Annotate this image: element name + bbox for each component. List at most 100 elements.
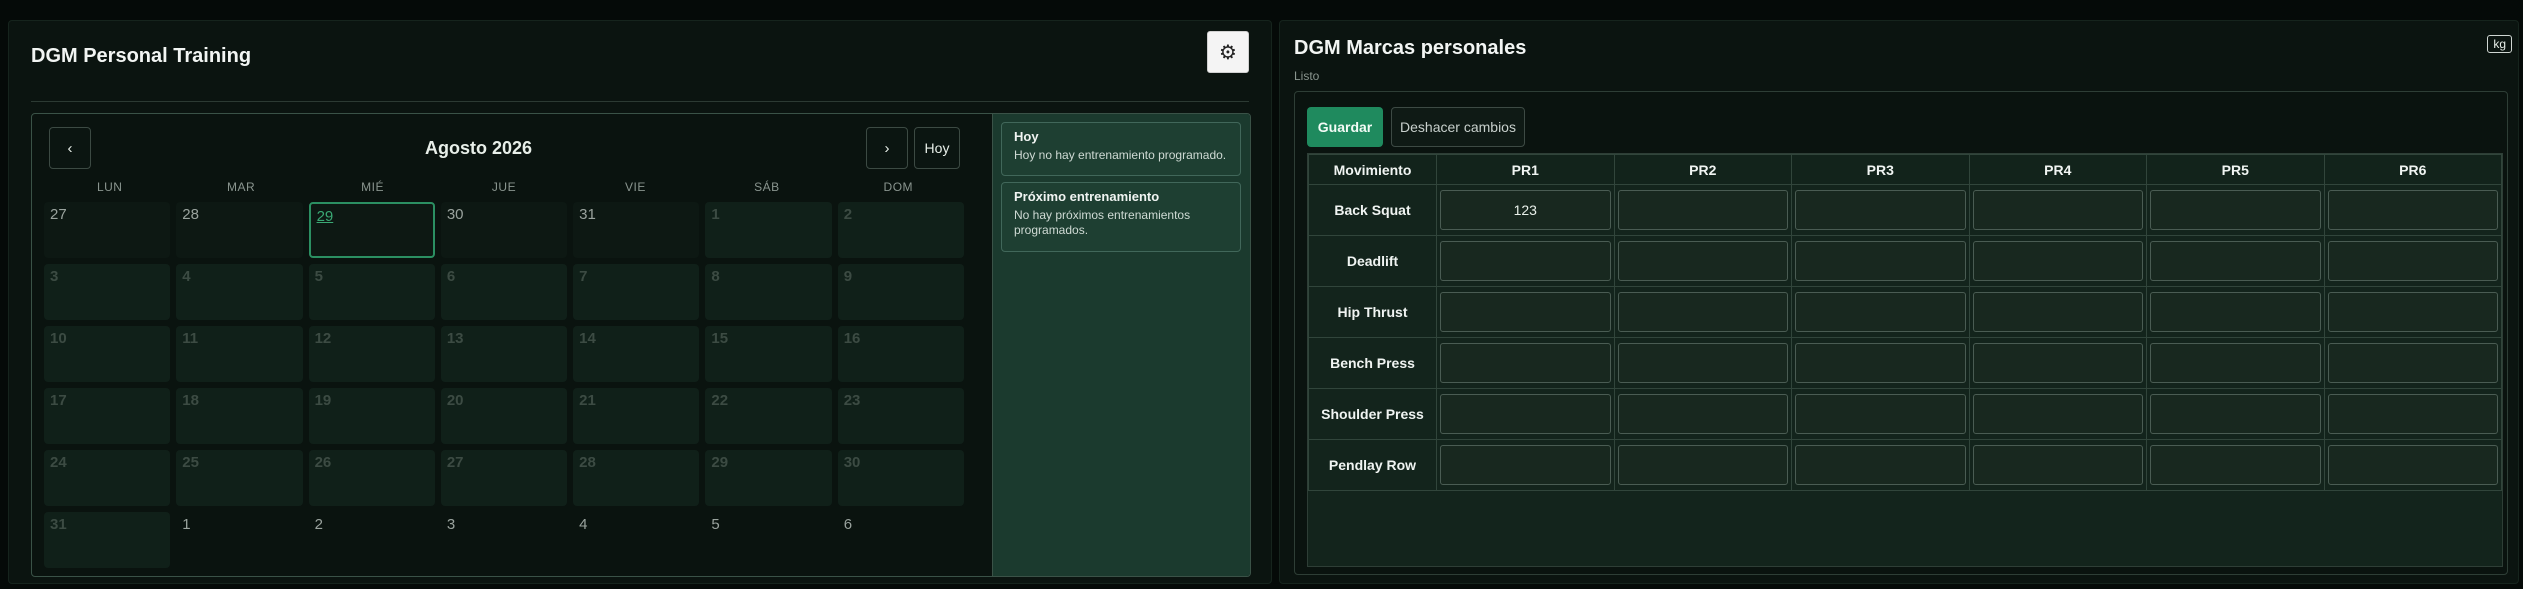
- pr-input[interactable]: [2150, 292, 2321, 332]
- pr-input[interactable]: [1795, 445, 1966, 485]
- calendar-day[interactable]: 4: [176, 264, 303, 320]
- unit-toggle[interactable]: kg: [2487, 35, 2512, 53]
- undo-changes-button[interactable]: Deshacer cambios: [1391, 107, 1525, 147]
- calendar-day[interactable]: 3: [44, 264, 171, 320]
- calendar-day[interactable]: 28: [176, 202, 303, 258]
- pr-input[interactable]: [1795, 190, 1966, 230]
- calendar-day[interactable]: 31: [44, 512, 171, 568]
- today-button[interactable]: Hoy: [914, 127, 960, 169]
- pr-input[interactable]: [1440, 292, 1611, 332]
- table-row: Back Squat: [1308, 184, 2502, 236]
- pr-cell: [1791, 286, 1970, 338]
- calendar-day[interactable]: 27: [440, 450, 568, 506]
- pr-input[interactable]: [1972, 445, 2143, 485]
- calendar-day[interactable]: 15: [705, 326, 832, 382]
- calendar-day[interactable]: 5: [308, 264, 435, 320]
- pr-input[interactable]: [2327, 343, 2498, 383]
- pr-input[interactable]: [1972, 292, 2143, 332]
- calendar-day[interactable]: 5: [705, 512, 831, 568]
- calendar-day[interactable]: 3: [441, 512, 567, 568]
- weekday-label: MAR: [227, 180, 256, 194]
- calendar-day[interactable]: 30: [837, 450, 964, 506]
- pr-input[interactable]: [2327, 190, 2498, 230]
- calendar-day[interactable]: 24: [44, 450, 171, 506]
- calendar-day[interactable]: 1: [705, 202, 832, 258]
- pr-input[interactable]: [1795, 343, 1966, 383]
- pr-cell: [1791, 184, 1970, 236]
- calendar-day[interactable]: 10: [44, 326, 171, 382]
- next-training-text: No hay próximos entrenamientos programad…: [1014, 208, 1191, 237]
- calendar-day[interactable]: 12: [308, 326, 435, 382]
- calendar-day[interactable]: 29: [705, 450, 832, 506]
- calendar-day[interactable]: 28: [573, 450, 700, 506]
- calendar-day-today[interactable]: 29: [308, 202, 435, 258]
- calendar-day[interactable]: 13: [440, 326, 568, 382]
- calendar-day[interactable]: 14: [573, 326, 700, 382]
- calendar-day[interactable]: 20: [440, 388, 568, 444]
- pr-input[interactable]: [1440, 394, 1611, 434]
- calendar-day[interactable]: 8: [705, 264, 832, 320]
- pr-input[interactable]: [2150, 190, 2321, 230]
- calendar-day[interactable]: 19: [308, 388, 435, 444]
- calendar-day[interactable]: 27: [44, 202, 171, 258]
- today-card: Hoy Hoy no hay entrenamiento programado.: [1001, 122, 1241, 176]
- calendar-day[interactable]: 4: [573, 512, 699, 568]
- pr-input[interactable]: [1617, 343, 1788, 383]
- pr-input[interactable]: [2327, 241, 2498, 281]
- pr-input[interactable]: [1617, 445, 1788, 485]
- pr-input[interactable]: [1795, 394, 1966, 434]
- movement-name: Hip Thrust: [1308, 286, 1437, 338]
- column-header: PR3: [1791, 154, 1970, 185]
- pr-input[interactable]: [1972, 190, 2143, 230]
- calendar-day[interactable]: 22: [705, 388, 832, 444]
- calendar-day[interactable]: 2: [837, 202, 964, 258]
- calendar-day[interactable]: 25: [176, 450, 303, 506]
- pr-input[interactable]: [1972, 394, 2143, 434]
- calendar-day[interactable]: 2: [309, 512, 435, 568]
- pr-input[interactable]: [1440, 241, 1611, 281]
- settings-button[interactable]: ⚙: [1207, 31, 1249, 73]
- calendar-day[interactable]: 30: [440, 202, 568, 258]
- pr-input[interactable]: [1617, 292, 1788, 332]
- calendar-day[interactable]: 17: [44, 388, 171, 444]
- calendar-day[interactable]: 7: [573, 264, 700, 320]
- pr-cell: [2323, 235, 2502, 287]
- calendar-day[interactable]: 21: [573, 388, 700, 444]
- pr-input[interactable]: [2327, 394, 2498, 434]
- pr-input[interactable]: [1440, 343, 1611, 383]
- app-title: DGM Personal Training: [31, 45, 252, 67]
- calendar-day[interactable]: 6: [440, 264, 568, 320]
- pr-input[interactable]: [1795, 292, 1966, 332]
- pr-input[interactable]: [2327, 445, 2498, 485]
- pr-cell: [1968, 286, 2147, 338]
- pr-input[interactable]: [1440, 445, 1611, 485]
- calendar-day[interactable]: 23: [837, 388, 964, 444]
- calendar-day[interactable]: 9: [837, 264, 964, 320]
- pr-input[interactable]: [1972, 241, 2143, 281]
- calendar-day[interactable]: 6: [838, 512, 964, 568]
- prev-month-button[interactable]: ‹: [49, 127, 91, 169]
- pr-input[interactable]: [2150, 394, 2321, 434]
- pr-input[interactable]: [2150, 241, 2321, 281]
- status-text: Listo: [1294, 69, 1320, 83]
- pr-input[interactable]: [1972, 343, 2143, 383]
- save-button[interactable]: Guardar: [1307, 107, 1383, 147]
- pr-input[interactable]: [1440, 190, 1611, 230]
- pr-input[interactable]: [2327, 292, 2498, 332]
- pr-cell: [1613, 286, 1792, 338]
- calendar-day[interactable]: 26: [308, 450, 435, 506]
- table-header-row: Movimiento PR1 PR2 PR3 PR4 PR5 PR6: [1308, 154, 2502, 185]
- calendar-day[interactable]: 18: [176, 388, 303, 444]
- calendar-day[interactable]: 1: [176, 512, 302, 568]
- calendar-day[interactable]: 31: [573, 202, 700, 258]
- calendar-day[interactable]: 11: [176, 326, 303, 382]
- pr-input[interactable]: [1795, 241, 1966, 281]
- pr-input[interactable]: [1617, 241, 1788, 281]
- pr-input[interactable]: [2150, 445, 2321, 485]
- pr-input[interactable]: [1617, 190, 1788, 230]
- calendar-day[interactable]: 16: [837, 326, 964, 382]
- next-month-button[interactable]: ›: [866, 127, 908, 169]
- weekday-label: JUE: [491, 180, 517, 194]
- pr-input[interactable]: [2150, 343, 2321, 383]
- pr-input[interactable]: [1617, 394, 1788, 434]
